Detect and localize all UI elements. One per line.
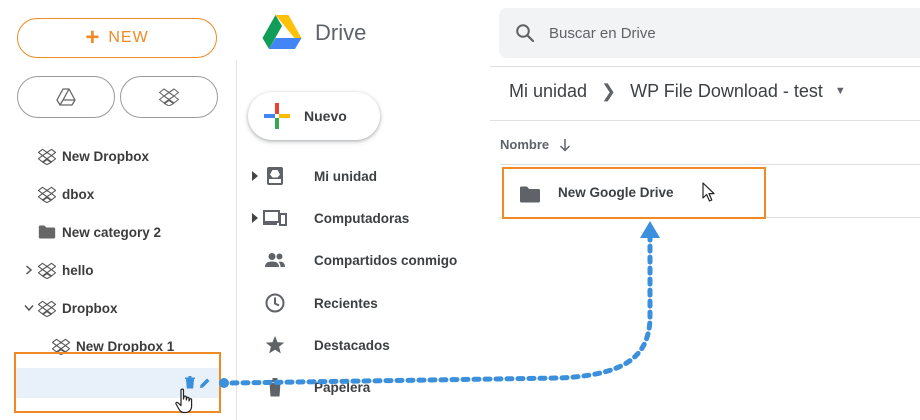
new-category-label: NEW bbox=[108, 29, 149, 46]
highlight-box bbox=[502, 167, 766, 219]
nav-item-label: Compartidos conmigo bbox=[314, 252, 458, 268]
breadcrumb: Mi unidad ❯ WP File Download - test ▼ bbox=[509, 78, 846, 104]
nav-item-label: Papelera bbox=[314, 379, 371, 395]
new-category-button[interactable]: + NEW bbox=[17, 18, 217, 58]
chevron-right-icon: ❯ bbox=[601, 80, 617, 101]
google-drive-logo bbox=[262, 14, 302, 55]
dropbox-icon bbox=[36, 185, 58, 203]
clock-icon bbox=[262, 293, 288, 313]
app-title: Drive bbox=[315, 20, 367, 45]
plus-icon: + bbox=[85, 24, 101, 51]
dropbox-icon bbox=[36, 261, 58, 279]
nav-item[interactable]: Papelera bbox=[248, 372, 488, 402]
google-drive-filter-button[interactable] bbox=[17, 76, 115, 118]
nav-item[interactable]: Compartidos conmigo bbox=[248, 245, 488, 275]
google-drive-icon bbox=[56, 88, 76, 106]
dropbox-filter-button[interactable] bbox=[120, 76, 218, 118]
nav-item-label: Recientes bbox=[314, 295, 378, 311]
tree-item-label: New Dropbox bbox=[62, 148, 150, 164]
dropbox-icon bbox=[159, 88, 179, 106]
nav-item[interactable]: Mi unidad bbox=[248, 161, 488, 191]
column-header-name[interactable]: Nombre bbox=[500, 137, 571, 152]
tree-item[interactable]: hello bbox=[0, 255, 230, 285]
breadcrumb-root[interactable]: Mi unidad bbox=[509, 81, 587, 102]
search-bar[interactable]: Buscar en Drive bbox=[499, 8, 920, 58]
colored-plus-icon bbox=[264, 103, 290, 129]
nav-item-label: Destacados bbox=[314, 337, 390, 353]
nav-item[interactable]: Computadoras bbox=[248, 203, 488, 233]
list-divider bbox=[490, 120, 920, 121]
nuevo-button[interactable]: Nuevo bbox=[248, 92, 380, 140]
caret-down-icon[interactable]: ▼ bbox=[835, 85, 846, 97]
nav-item-label: Computadoras bbox=[314, 210, 410, 226]
chevron-right-icon[interactable] bbox=[22, 265, 36, 275]
tree-item-label: dbox bbox=[62, 186, 95, 202]
caret-right-icon[interactable] bbox=[248, 213, 262, 223]
tree-item-label: Dropbox bbox=[62, 300, 118, 316]
column-divider bbox=[500, 164, 920, 165]
star-icon bbox=[262, 335, 288, 355]
column-header-label: Nombre bbox=[500, 137, 550, 152]
hand-cursor-icon bbox=[174, 388, 196, 419]
nav-item-label: Mi unidad bbox=[314, 168, 377, 184]
nav-item[interactable]: Destacados bbox=[248, 330, 488, 360]
tree-item[interactable]: New category 2 bbox=[0, 217, 230, 247]
tree-item[interactable]: Dropbox bbox=[0, 293, 230, 323]
nav-item[interactable]: Recientes bbox=[248, 288, 488, 318]
tree-item[interactable]: dbox bbox=[0, 179, 230, 209]
tree-item-label: hello bbox=[62, 262, 94, 278]
trash-icon bbox=[262, 377, 288, 397]
nuevo-label: Nuevo bbox=[304, 108, 347, 124]
chevron-down-icon[interactable] bbox=[22, 304, 36, 312]
search-icon bbox=[516, 24, 535, 43]
search-placeholder: Buscar en Drive bbox=[549, 24, 656, 42]
tree-item[interactable]: New Dropbox bbox=[0, 141, 230, 171]
dropbox-icon bbox=[36, 147, 58, 165]
computers-icon bbox=[262, 209, 288, 227]
dropbox-icon bbox=[36, 299, 58, 317]
breadcrumb-current[interactable]: WP File Download - test bbox=[630, 81, 823, 102]
edit-icon[interactable] bbox=[199, 376, 211, 394]
shared-icon bbox=[262, 252, 288, 268]
sync-arrow-head bbox=[640, 221, 660, 238]
tree-item-label: New category 2 bbox=[62, 224, 162, 240]
sort-arrow-down-icon[interactable] bbox=[559, 138, 571, 152]
my-drive-icon bbox=[262, 166, 288, 186]
caret-right-icon[interactable] bbox=[248, 171, 262, 181]
folder-icon bbox=[36, 223, 58, 241]
header-divider bbox=[490, 66, 920, 67]
mouse-pointer-icon bbox=[702, 182, 716, 207]
